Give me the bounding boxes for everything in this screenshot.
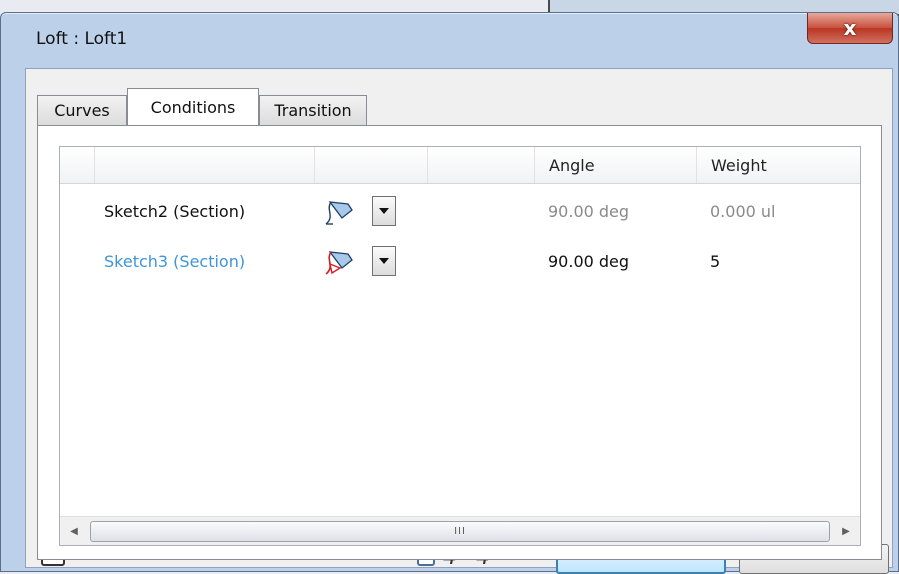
column-header-condition (314, 147, 427, 183)
table-row[interactable]: Sketch2 (Section) 90.00 deg 0.000 ul (60, 191, 860, 231)
direction-condition-icon (325, 251, 353, 275)
chevron-left-icon: ◀ (70, 525, 78, 537)
tab-curves-label: Curves (54, 101, 110, 120)
conditions-panel: Angle Weight Sketch2 (Section) 90.00 deg (37, 125, 882, 560)
chevron-down-icon (379, 258, 389, 264)
scroll-left-button[interactable]: ◀ (60, 517, 88, 545)
free-condition-icon (325, 201, 353, 225)
title-bar[interactable]: Loft : Loft1 x (1, 13, 898, 65)
row-angle[interactable]: 90.00 deg (548, 191, 629, 231)
column-header-name (94, 147, 314, 183)
row-name: Sketch3 (Section) (104, 251, 246, 271)
dialog-content: Curves Conditions Transition Angle Weigh… (25, 68, 893, 568)
row-weight[interactable]: 5 (710, 241, 720, 281)
column-header-weight[interactable]: Weight (696, 147, 860, 183)
scrollbar-grip: III (454, 526, 466, 537)
condition-dropdown-button[interactable] (372, 246, 396, 276)
column-header-angle[interactable]: Angle (534, 147, 696, 183)
tab-transition-label: Transition (274, 101, 352, 120)
tab-conditions-label: Conditions (150, 97, 236, 117)
close-icon: x (843, 16, 857, 40)
row-angle[interactable]: 90.00 deg (548, 241, 629, 281)
loft-dialog: Loft : Loft1 x Curves Conditions Transit… (0, 12, 899, 574)
close-button[interactable]: x (807, 13, 893, 44)
tab-conditions[interactable]: Conditions (127, 88, 259, 125)
row-weight[interactable]: 0.000 ul (710, 191, 775, 231)
column-header-blank-1 (60, 147, 94, 183)
tab-transition[interactable]: Transition (259, 95, 367, 125)
grid-header: Angle Weight (60, 147, 860, 184)
scroll-right-button[interactable]: ▶ (832, 517, 860, 545)
condition-dropdown-button[interactable] (372, 196, 396, 226)
window-title: Loft : Loft1 (36, 29, 128, 49)
chevron-right-icon: ▶ (842, 525, 850, 537)
conditions-grid[interactable]: Angle Weight Sketch2 (Section) 90.00 deg (59, 146, 861, 546)
table-row[interactable]: Sketch3 (Section) 90.00 deg 5 (60, 241, 860, 281)
column-header-blank-2 (427, 147, 534, 183)
chevron-down-icon (379, 208, 389, 214)
horizontal-scrollbar[interactable]: ◀ III ▶ (60, 516, 860, 545)
scrollbar-thumb[interactable]: III (90, 521, 830, 542)
tab-curves[interactable]: Curves (37, 95, 127, 125)
row-name: Sketch2 (Section) (104, 201, 246, 221)
